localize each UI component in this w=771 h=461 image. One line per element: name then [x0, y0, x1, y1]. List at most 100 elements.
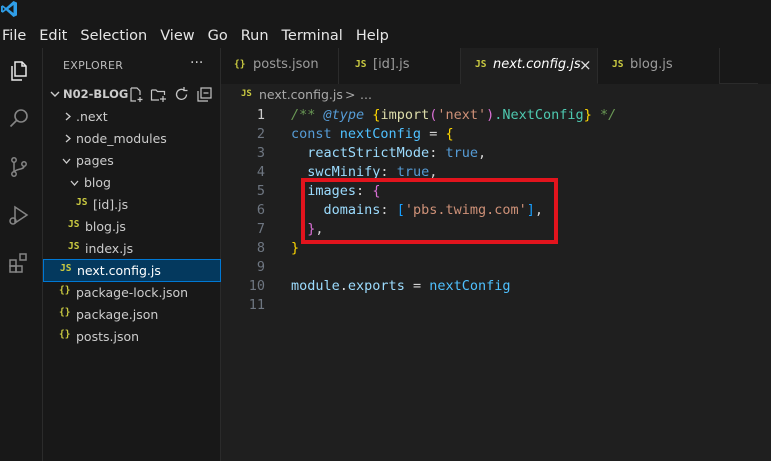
- folder-header[interactable]: N02-BLOG: [43, 84, 221, 106]
- new-folder-icon[interactable]: [150, 86, 167, 103]
- tree-item-label: .next: [76, 109, 108, 124]
- menu-selection[interactable]: Selection: [80, 28, 153, 44]
- json-file-icon: {}: [59, 307, 71, 318]
- tab-id-js[interactable]: JS [id].js: [339, 48, 461, 84]
- more-actions-icon[interactable]: ···: [190, 55, 203, 71]
- code-line[interactable]: 9: [221, 259, 771, 278]
- activity-bar: [0, 48, 43, 461]
- code-text: reactStrictMode: true,: [291, 145, 486, 161]
- tree-item-node-modules-folder[interactable]: node_modules: [43, 128, 221, 150]
- tree-item-index-js[interactable]: JS index.js: [43, 238, 221, 260]
- tree-item-label: index.js: [85, 241, 134, 256]
- js-file-icon: JS: [241, 89, 252, 99]
- tree-item-label: node_modules: [76, 131, 167, 146]
- line-number: 2: [256, 126, 265, 142]
- code-token: ,: [477, 145, 487, 161]
- tab-label: posts.json: [253, 57, 319, 72]
- folder-name: N02-BLOG: [63, 87, 129, 101]
- title-bar: File Edit Selection View Go Run Terminal…: [0, 0, 771, 48]
- collapse-all-icon[interactable]: [196, 86, 213, 103]
- menu-help[interactable]: Help: [356, 28, 395, 44]
- line-number: 10: [248, 278, 265, 294]
- js-file-icon: JS: [355, 59, 367, 70]
- code-token: const: [291, 126, 340, 142]
- tab-next-config-js[interactable]: JS next.config.js ×: [461, 48, 598, 84]
- tree-item-blog-folder[interactable]: blog: [43, 172, 221, 194]
- tree-item-next-folder[interactable]: .next: [43, 106, 221, 128]
- code-token: {: [445, 126, 454, 142]
- new-file-icon[interactable]: [128, 86, 145, 103]
- vscode-logo-icon[interactable]: [0, 0, 18, 18]
- line-number: 5: [256, 183, 265, 199]
- line-number: 9: [256, 259, 265, 275]
- chevron-down-icon: [50, 91, 60, 97]
- code-token: }: [291, 240, 300, 256]
- extensions-icon[interactable]: [6, 250, 32, 276]
- code-line[interactable]: 3 reactStrictMode: true,: [221, 145, 771, 164]
- line-number: 1: [256, 107, 265, 123]
- js-file-icon: JS: [60, 263, 72, 274]
- menu-go[interactable]: Go: [208, 28, 234, 44]
- code-token: */: [591, 107, 617, 123]
- code-line[interactable]: 11: [221, 297, 771, 316]
- tree-item-blog-js[interactable]: JS blog.js: [43, 216, 221, 238]
- tree-item-label: package.json: [76, 307, 159, 322]
- tab-label: next.config.js: [493, 57, 581, 72]
- code-line[interactable]: 10 module.exports = nextConfig: [221, 278, 771, 297]
- code-editor[interactable]: 1 /** @type {import('next').NextConfig} *…: [221, 106, 771, 461]
- tab-bar-edge: [758, 48, 771, 84]
- breadcrumb-separator: >: [345, 87, 356, 102]
- tree-item-label: pages: [76, 153, 114, 168]
- code-line[interactable]: 1 /** @type {import('next').NextConfig} *…: [221, 107, 771, 126]
- source-control-icon[interactable]: [6, 154, 32, 180]
- chevron-down-icon: [70, 180, 79, 186]
- tab-label: [id].js: [373, 57, 410, 72]
- breadcrumb-more[interactable]: ...: [360, 87, 372, 102]
- tree-item-next-config-js[interactable]: JS next.config.js: [43, 259, 221, 282]
- code-token: .NextConfig: [494, 107, 584, 123]
- menu-file[interactable]: File: [0, 28, 32, 44]
- line-number: 7: [256, 221, 265, 237]
- editor-tab-bar: {} posts.json JS [id].js JS next.config.…: [221, 48, 771, 84]
- json-file-icon: {}: [234, 59, 246, 70]
- code-text: module.exports = nextConfig: [291, 278, 511, 294]
- tree-item-label: posts.json: [76, 329, 140, 344]
- code-token: }: [583, 107, 592, 123]
- close-icon[interactable]: ×: [579, 56, 592, 74]
- menu-run[interactable]: Run: [241, 28, 275, 44]
- tree-item-package-json[interactable]: {} package.json: [43, 304, 221, 326]
- js-file-icon: JS: [76, 197, 88, 208]
- menu-terminal[interactable]: Terminal: [282, 28, 349, 44]
- breadcrumb-file[interactable]: next.config.js: [259, 87, 343, 102]
- tree-item-id-js[interactable]: JS [id].js: [43, 194, 221, 216]
- code-token: module: [291, 278, 340, 294]
- menu-view[interactable]: View: [160, 28, 200, 44]
- tab-blog-js[interactable]: JS blog.js: [598, 48, 720, 84]
- line-number: 3: [256, 145, 265, 161]
- explorer-icon[interactable]: [6, 58, 32, 84]
- chevron-down-icon: [62, 158, 71, 164]
- tree-item-pages-folder[interactable]: pages: [43, 150, 221, 172]
- tab-label: blog.js: [630, 57, 673, 72]
- tree-item-posts-json[interactable]: {} posts.json: [43, 326, 221, 348]
- code-token: :: [429, 145, 446, 161]
- menu-edit[interactable]: Edit: [39, 28, 73, 44]
- tree-item-label: package-lock.json: [76, 285, 189, 300]
- code-token: 'next': [437, 107, 487, 123]
- refresh-icon[interactable]: [173, 86, 190, 103]
- js-file-icon: JS: [475, 59, 487, 70]
- code-token: true: [445, 145, 478, 161]
- search-icon[interactable]: [6, 106, 32, 132]
- code-token: =: [404, 278, 430, 294]
- line-number: 6: [256, 202, 265, 218]
- tab-posts-json[interactable]: {} posts.json: [221, 48, 339, 84]
- tree-item-package-lock-json[interactable]: {} package-lock.json: [43, 282, 221, 304]
- explorer-title: EXPLORER: [63, 59, 124, 72]
- code-token: nextConfig: [429, 278, 511, 294]
- code-text: const nextConfig = {: [291, 126, 454, 142]
- code-text: /** @type {import('next').NextConfig} */: [291, 107, 616, 123]
- line-number: 4: [256, 164, 265, 180]
- run-debug-icon[interactable]: [6, 202, 32, 228]
- json-file-icon: {}: [59, 285, 71, 296]
- code-line[interactable]: 2 const nextConfig = {: [221, 126, 771, 145]
